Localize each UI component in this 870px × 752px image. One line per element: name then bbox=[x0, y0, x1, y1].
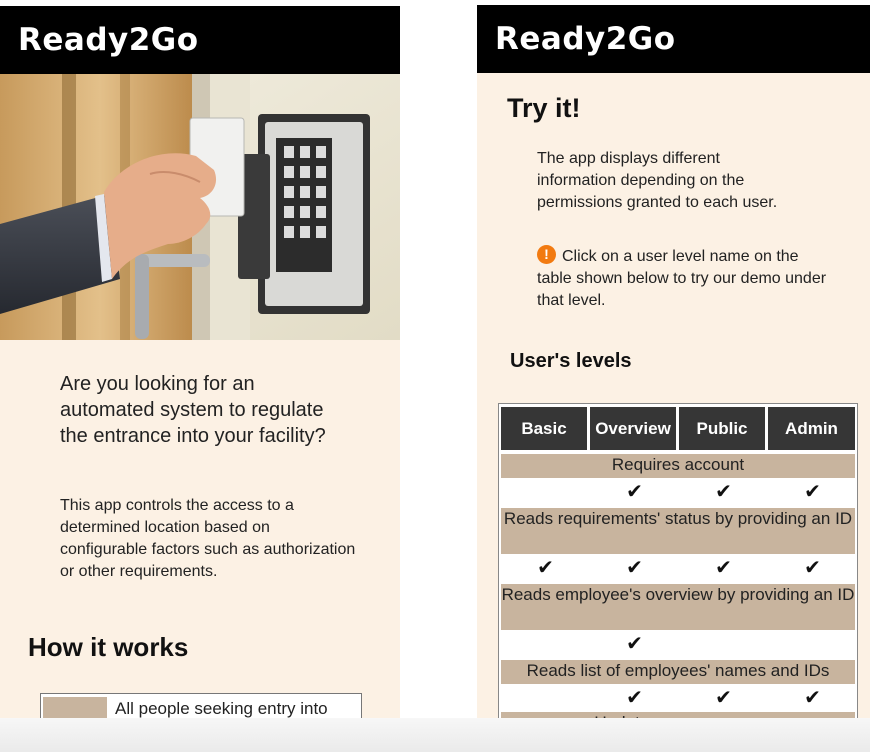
level-public-header[interactable]: Public bbox=[679, 407, 765, 450]
feature-row-label: Reads employee's overview by providing a… bbox=[501, 584, 855, 630]
brand-logo[interactable]: Ready2Go bbox=[495, 21, 676, 57]
level-overview-header[interactable]: Overview bbox=[590, 407, 676, 450]
how-it-works-heading: How it works bbox=[28, 632, 189, 662]
check-icon: ✔ bbox=[804, 687, 821, 709]
step-1-text: All people seeking entry into bbox=[115, 699, 328, 718]
feature-row-label: Reads list of employees' names and IDs bbox=[501, 660, 855, 684]
intro-question: Are you looking for an automated system … bbox=[60, 373, 326, 447]
warning-icon: ! bbox=[537, 245, 556, 264]
level-basic-header[interactable]: Basic bbox=[501, 407, 587, 450]
door-access-photo bbox=[0, 74, 400, 340]
demo-instruction: ! Click on a user level name on the table… bbox=[537, 245, 837, 312]
step-color-swatch bbox=[43, 697, 107, 720]
level-admin-header[interactable]: Admin bbox=[768, 407, 855, 450]
bottom-scroll-fade bbox=[0, 718, 870, 752]
feature-row-label: Reads requirements' status by providing … bbox=[501, 508, 855, 554]
landing-panel: Ready2Go Are you looking for an automate… bbox=[0, 6, 400, 720]
check-icon: ✔ bbox=[537, 557, 554, 579]
feature-row-label: Requires account bbox=[501, 454, 855, 478]
check-icon: ✔ bbox=[804, 481, 821, 503]
user-levels-table: Basic Overview Public Admin Requires acc… bbox=[498, 403, 858, 720]
app-description: This app controls the access to a determ… bbox=[60, 497, 356, 580]
demo-intro-text: The app displays different information d… bbox=[537, 150, 778, 211]
users-levels-heading: User's levels bbox=[510, 350, 632, 372]
check-icon: ✔ bbox=[715, 481, 732, 503]
check-icon: ✔ bbox=[804, 557, 821, 579]
app-header: Ready2Go bbox=[477, 5, 870, 73]
check-icon: ✔ bbox=[715, 557, 732, 579]
brand-logo[interactable]: Ready2Go bbox=[18, 22, 199, 58]
check-icon: ✔ bbox=[626, 557, 643, 579]
demo-panel: Ready2Go Try it! The app displays differ… bbox=[477, 5, 870, 720]
steps-table: All people seeking entry into bbox=[40, 693, 362, 720]
app-header: Ready2Go bbox=[0, 6, 400, 74]
try-it-heading: Try it! bbox=[507, 93, 581, 123]
check-icon: ✔ bbox=[626, 633, 643, 655]
instruction-text: Click on a user level name on the table … bbox=[537, 248, 827, 309]
check-icon: ✔ bbox=[715, 687, 732, 709]
check-icon: ✔ bbox=[626, 687, 643, 709]
check-icon: ✔ bbox=[626, 481, 643, 503]
